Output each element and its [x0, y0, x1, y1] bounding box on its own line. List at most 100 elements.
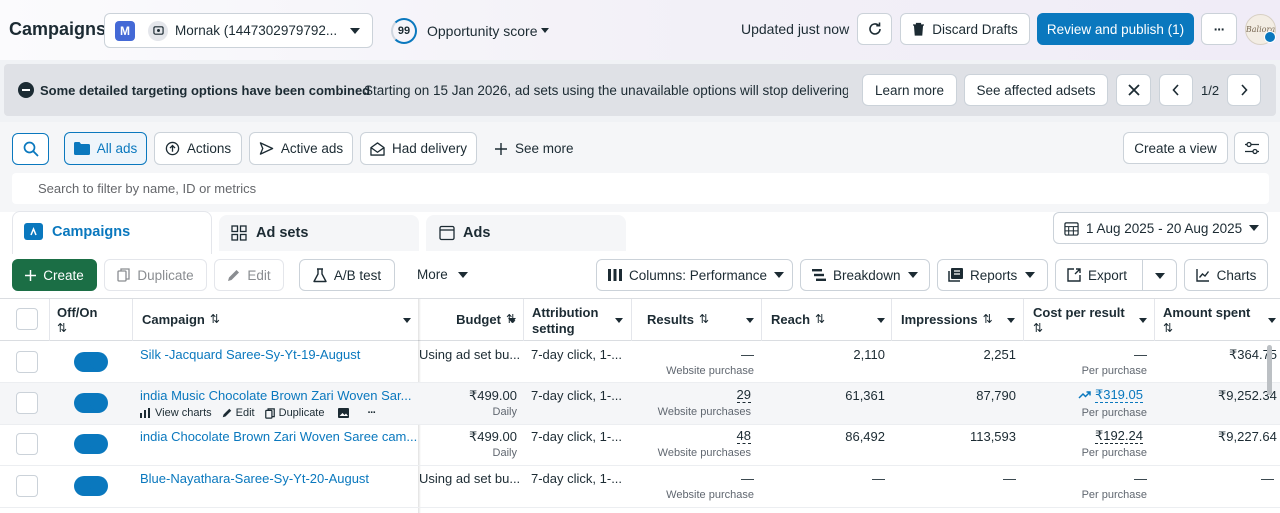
filter-actions[interactable]: Actions — [154, 132, 242, 165]
filter-all-ads[interactable]: All ads — [64, 132, 147, 165]
tab-ads[interactable]: Ads — [426, 215, 626, 251]
opportunity-score-label[interactable]: Opportunity score — [427, 23, 538, 39]
export-button[interactable]: Export — [1055, 259, 1177, 291]
export-dropdown-chevron-icon[interactable] — [1155, 273, 1165, 279]
tab-adsets[interactable]: Ad sets — [219, 215, 419, 251]
column-header-campaign[interactable]: Campaign ⇅ — [142, 299, 220, 341]
campaign-name-link[interactable]: Blue-Nayathara-Saree-Sy-Yt-20-August — [140, 471, 369, 486]
reports-selector[interactable]: Reports — [937, 259, 1048, 291]
banner-title: Some detailed targeting options have bee… — [40, 83, 371, 98]
row-checkbox[interactable] — [16, 392, 38, 414]
more-actions-button[interactable]: More — [417, 267, 448, 282]
ab-test-button[interactable]: A/B test — [299, 259, 395, 291]
budget-header-label: Budget — [456, 312, 501, 327]
column-menu-icon[interactable] — [1139, 318, 1147, 323]
minus-circle-icon — [18, 82, 34, 98]
delivery-toggle[interactable] — [74, 352, 108, 372]
campaign-name-link[interactable]: Silk -Jacquard Saree-Sy-Yt-19-August — [140, 347, 360, 362]
edit-action[interactable]: Edit — [236, 407, 255, 419]
row-checkbox[interactable] — [16, 433, 38, 455]
filter-settings-button[interactable] — [1234, 132, 1269, 164]
search-button[interactable] — [12, 133, 49, 165]
filter-had-delivery[interactable]: Had delivery — [360, 132, 477, 165]
send-icon — [259, 142, 274, 155]
image-icon[interactable] — [338, 408, 350, 418]
chart-icon — [1195, 269, 1209, 282]
duplicate-button[interactable]: Duplicate — [104, 259, 207, 291]
opportunity-score-gauge[interactable]: 99 — [391, 18, 417, 44]
tab-campaigns[interactable]: Campaigns — [12, 211, 212, 254]
sort-icon: ⇅ — [1033, 321, 1044, 335]
see-affected-adsets-button[interactable]: See affected adsets — [964, 74, 1108, 106]
select-all-checkbox[interactable] — [16, 308, 38, 330]
learn-more-button[interactable]: Learn more — [862, 74, 957, 106]
columns-selector[interactable]: Columns: Performance — [596, 259, 793, 291]
vertical-scrollbar[interactable] — [1267, 345, 1272, 395]
filter-active-ads[interactable]: Active ads — [249, 132, 353, 165]
column-separator — [631, 299, 632, 341]
cost-cell: — — [1134, 471, 1147, 486]
column-menu-icon[interactable] — [1007, 318, 1015, 323]
attribution-header-line2: setting — [532, 321, 575, 336]
column-header-impressions[interactable]: Impressions ⇅ — [901, 299, 993, 341]
close-banner-button[interactable] — [1116, 74, 1151, 106]
campaign-name-link[interactable]: india Music Chocolate Brown Zari Woven S… — [140, 388, 411, 403]
sliders-icon — [1244, 141, 1259, 155]
duplicate-action[interactable]: Duplicate — [279, 407, 325, 419]
refresh-button[interactable] — [857, 13, 892, 45]
budget-cell: Using ad set bu... — [419, 347, 521, 362]
cost-cell[interactable]: ₹192.24 — [1094, 429, 1143, 444]
results-cell[interactable]: 48 — [736, 429, 751, 444]
column-menu-icon[interactable] — [877, 318, 885, 323]
more-action[interactable]: ··· — [367, 407, 376, 419]
column-header-amount[interactable]: Amount spent ⇅ — [1163, 299, 1250, 341]
row-divider — [0, 507, 1280, 508]
chevron-down-icon[interactable] — [541, 28, 549, 33]
account-selector[interactable]: M Mornak (1447302979792... — [104, 13, 373, 48]
cost-cell[interactable]: ₹319.05 — [1094, 388, 1143, 403]
close-icon — [1127, 84, 1140, 96]
column-header-attribution[interactable]: Attribution setting — [532, 299, 598, 341]
delivery-toggle[interactable] — [74, 476, 108, 496]
search-filter-input[interactable]: Search to filter by name, ID or metrics — [12, 173, 1269, 204]
column-menu-icon[interactable] — [615, 318, 623, 323]
column-menu-icon[interactable] — [746, 318, 754, 323]
review-publish-button[interactable]: Review and publish (1) — [1037, 13, 1194, 45]
column-header-budget[interactable]: Budget ⇅ — [419, 299, 522, 341]
column-menu-icon[interactable] — [508, 318, 516, 323]
refresh-icon — [868, 22, 881, 35]
edit-button[interactable]: Edit — [214, 259, 284, 291]
results-cell[interactable]: 29 — [736, 388, 751, 403]
delivery-toggle[interactable] — [74, 434, 108, 454]
discard-drafts-button[interactable]: Discard Drafts — [900, 13, 1030, 45]
charts-button[interactable]: Charts — [1184, 259, 1268, 291]
reach-cell: — — [872, 471, 885, 486]
chevron-down-icon[interactable] — [458, 272, 468, 278]
create-view-button[interactable]: Create a view — [1123, 132, 1228, 164]
column-separator — [523, 299, 524, 341]
column-header-results[interactable]: Results ⇅ — [647, 299, 709, 341]
banner-next-button[interactable] — [1227, 74, 1261, 106]
column-menu-icon[interactable] — [1268, 318, 1276, 323]
column-header-cost[interactable]: Cost per result ⇅ — [1033, 299, 1125, 341]
view-charts-action[interactable]: View charts — [155, 407, 212, 419]
row-checkbox[interactable] — [16, 351, 38, 373]
column-menu-icon[interactable] — [403, 318, 411, 323]
banner-prev-button[interactable] — [1159, 74, 1193, 106]
column-header-reach[interactable]: Reach ⇅ — [771, 299, 825, 341]
delivery-toggle[interactable] — [74, 393, 108, 413]
results-cell: — — [741, 471, 754, 486]
column-header-offon[interactable]: Off/On ⇅ — [57, 299, 97, 341]
duplicate-icon — [117, 268, 131, 282]
row-checkbox[interactable] — [16, 475, 38, 497]
breakdown-selector[interactable]: Breakdown — [800, 259, 930, 291]
arrow-circle-icon — [165, 141, 180, 156]
campaign-name-link[interactable]: india Chocolate Brown Zari Woven Saree c… — [140, 429, 417, 444]
campaign-header-label: Campaign — [142, 312, 205, 327]
date-range-picker[interactable]: 1 Aug 2025 - 20 Aug 2025 — [1053, 212, 1268, 244]
create-button[interactable]: Create — [12, 259, 97, 291]
see-more-filters[interactable]: See more — [495, 141, 574, 156]
cost-sub: Per purchase — [1081, 407, 1147, 419]
more-options-button[interactable]: ··· — [1201, 13, 1237, 45]
ab-test-label: A/B test — [333, 267, 382, 283]
